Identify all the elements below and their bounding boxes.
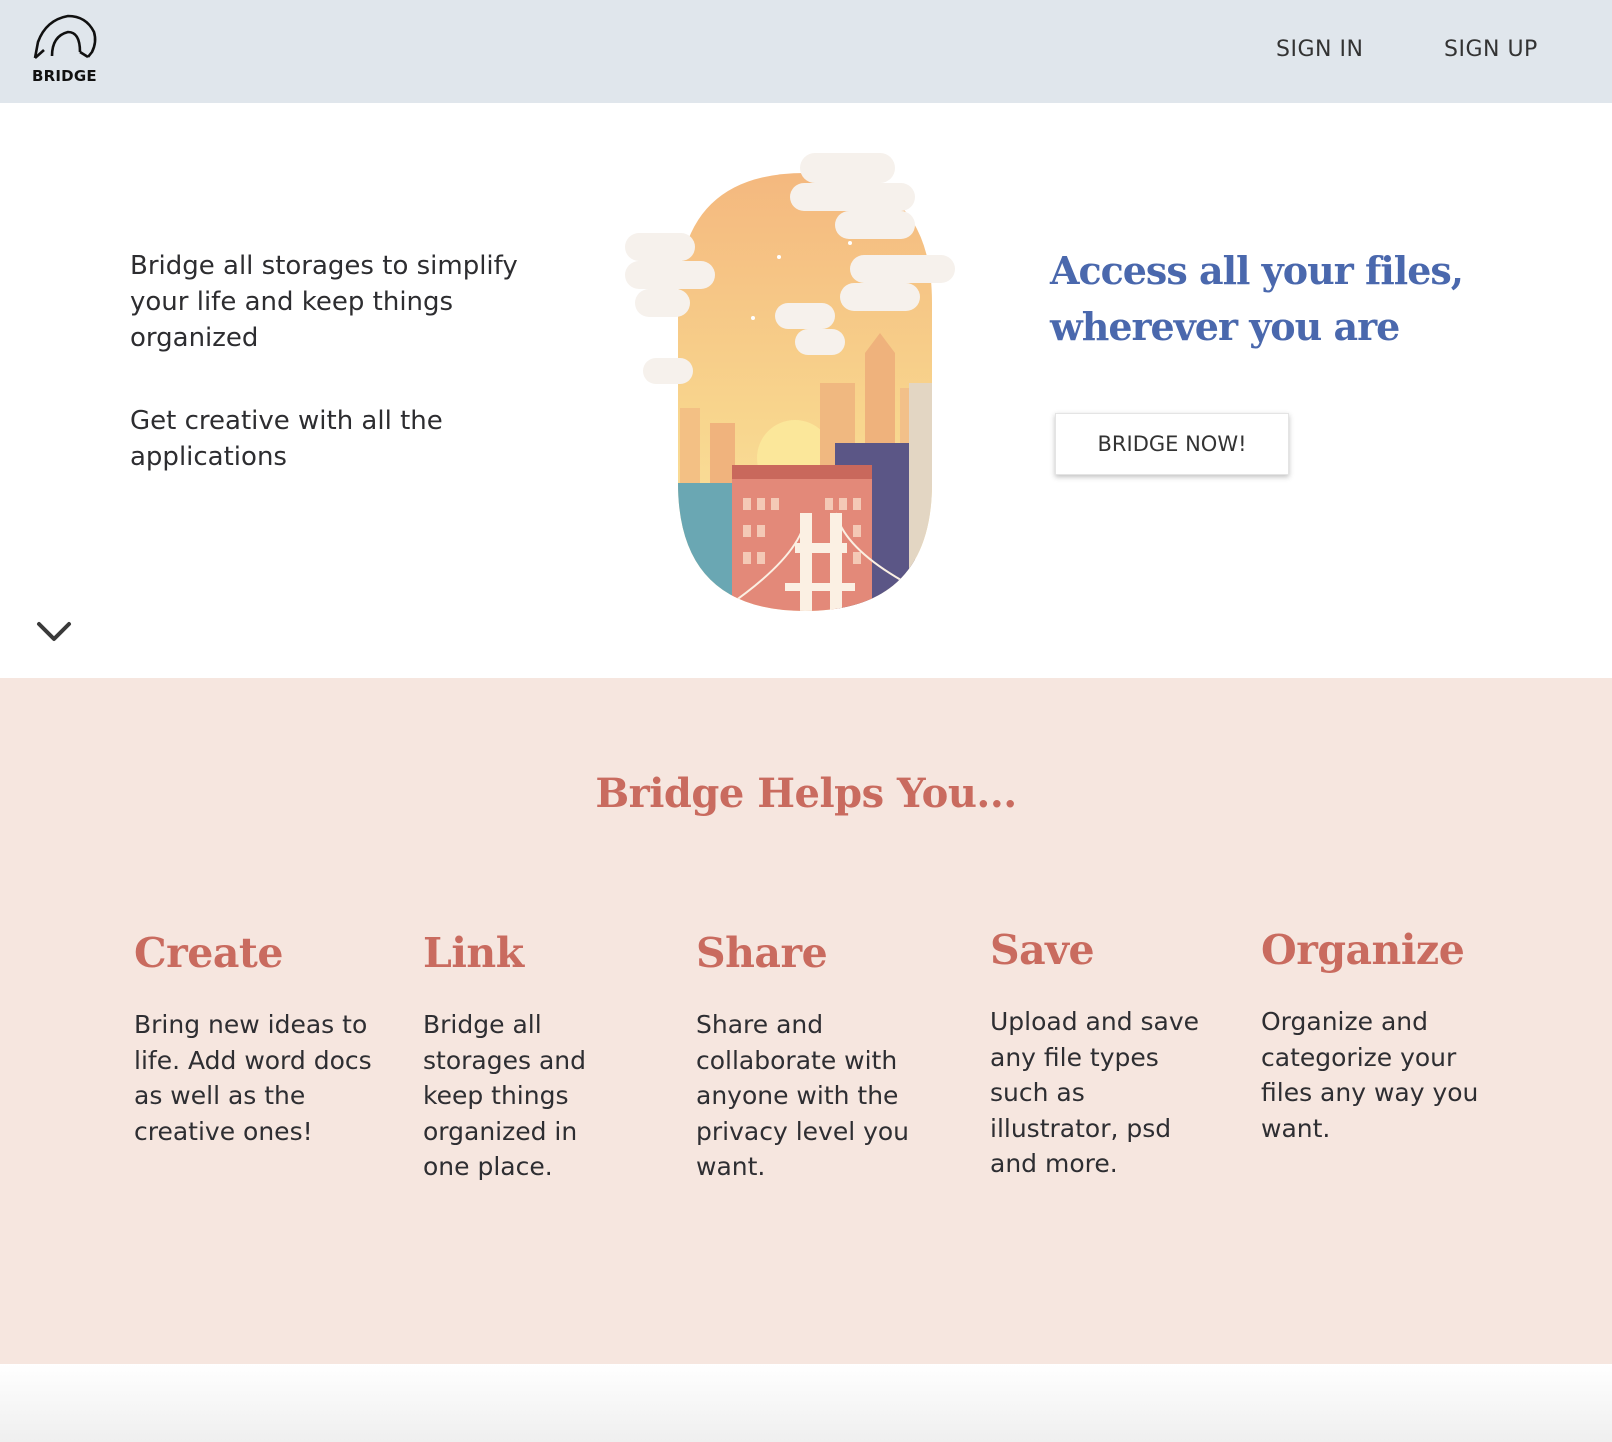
feature-title: Organize [1261,926,1465,974]
bridge-logo[interactable]: BRIDGE [28,12,108,90]
feature-save: Save Upload and save any file types such… [990,926,1200,1182]
top-navigation-bar: BRIDGE SIGN IN SIGN UP [0,0,1612,103]
features-section: Bridge Helps You... Create Bring new ide… [0,678,1612,1364]
feature-title: Link [423,929,524,977]
sign-up-link[interactable]: SIGN UP [1444,37,1538,62]
footer-strip [0,1364,1612,1442]
feature-description: Upload and save any file types such as i… [990,1007,1200,1178]
hero-tagline: Bridge all storages to simplify your lif… [130,251,518,353]
city-bridge-illustration [625,153,980,613]
bridge-now-button[interactable]: BRIDGE NOW! [1055,413,1289,475]
feature-title: Share [696,929,828,977]
feature-create: Create Bring new ideas to life. Add word… [134,929,374,1149]
feature-description: Organize and categorize your files any w… [1261,1007,1479,1143]
sign-in-link[interactable]: SIGN IN [1276,37,1363,62]
bridge-arch-icon [33,14,97,59]
feature-description: Bridge all storages and keep things orga… [423,1010,586,1181]
feature-link: Link Bridge all storages and keep things… [423,929,623,1185]
hero-subtagline: Get creative with all the applications [130,406,443,472]
feature-title: Save [990,926,1095,974]
hero-headline: Access all your files, wherever you are [1050,248,1464,349]
feature-description: Bring new ideas to life. Add word docs a… [134,1010,372,1146]
feature-share: Share Share and collaborate with anyone … [696,929,936,1185]
features-title: Bridge Helps You... [595,770,1017,817]
feature-organize: Organize Organize and categorize your fi… [1261,926,1501,1146]
chevron-down-icon[interactable] [36,618,72,644]
feature-description: Share and collaborate with anyone with t… [696,1010,910,1181]
logo-text: BRIDGE [32,67,97,85]
feature-title: Create [134,929,283,977]
hero-section: Bridge all storages to simplify your lif… [0,103,1612,678]
